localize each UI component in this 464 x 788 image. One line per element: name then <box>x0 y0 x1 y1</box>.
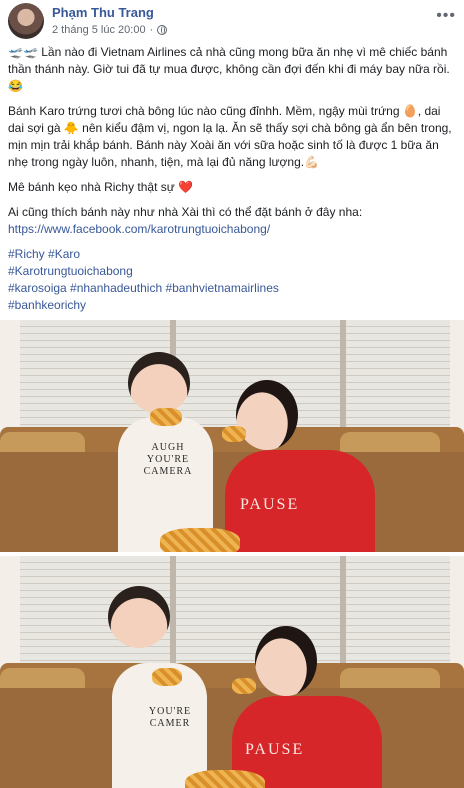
waffle-in-hand <box>150 408 182 426</box>
author-name[interactable]: Phạm Thu Trang <box>52 5 154 20</box>
order-link[interactable]: https://www.facebook.com/karotrungtuoich… <box>8 222 270 236</box>
child-head <box>128 352 190 414</box>
post-photo-2[interactable]: YOU'RE CAMER PAUSE <box>0 556 464 788</box>
hashtag-line[interactable]: #Karotrungtuoichabong <box>8 263 456 280</box>
waffle-in-hand <box>222 426 246 442</box>
paragraph-3: Mê bánh kẹo nhà Richy thật sự ❤️ <box>8 180 194 194</box>
more-options-icon[interactable]: ••• <box>436 7 456 25</box>
woman-shirt-text: PAUSE <box>240 496 300 513</box>
post-meta: 2 tháng 5 lúc 20:00 · <box>52 24 168 36</box>
hashtag-line[interactable]: #banhkeorichy <box>8 297 456 314</box>
avatar[interactable] <box>8 3 44 39</box>
child-shirt-text: YOU'RE CAMER <box>148 706 192 729</box>
hashtag-line[interactable]: #karosoiga #nhanhadeuthich #banhvietnama… <box>8 280 456 297</box>
waffle-in-hand <box>152 668 182 686</box>
facebook-post: Phạm Thu Trang 2 tháng 5 lúc 20:00 · •••… <box>0 0 464 788</box>
globe-icon[interactable] <box>157 25 168 35</box>
hashtags: #Richy #Karo #Karotrungtuoichabong #karo… <box>8 246 456 314</box>
woman-head <box>236 380 298 450</box>
waffle-in-hand <box>232 678 256 694</box>
post-photo-1[interactable]: AUGH YOU'RE CAMERA PAUSE <box>0 320 464 552</box>
waffle-plate <box>160 528 240 552</box>
child-head <box>108 586 170 648</box>
waffle-plate <box>185 770 265 788</box>
post-timestamp[interactable]: 2 tháng 5 lúc 20:00 <box>52 24 146 36</box>
post-header: Phạm Thu Trang 2 tháng 5 lúc 20:00 · ••• <box>8 3 456 39</box>
woman-shirt-text: PAUSE <box>245 741 305 758</box>
woman-head <box>255 626 317 696</box>
post-text: 🛫🛫 Lần nào đi Vietnam Airlines cả nhà cũ… <box>8 44 456 314</box>
child-shirt-text: AUGH YOU'RE CAMERA <box>143 442 193 477</box>
order-text: Ai cũng thích bánh này như nhà Xài thì c… <box>8 205 363 219</box>
paragraph-2: Bánh Karo trứng tươi chà bông lúc nào cũ… <box>8 104 452 169</box>
order-paragraph: Ai cũng thích bánh này như nhà Xài thì c… <box>8 204 456 238</box>
hashtag-line[interactable]: #Richy #Karo <box>8 246 456 263</box>
paragraph-1: 🛫🛫 Lần nào đi Vietnam Airlines cả nhà cũ… <box>8 45 450 93</box>
